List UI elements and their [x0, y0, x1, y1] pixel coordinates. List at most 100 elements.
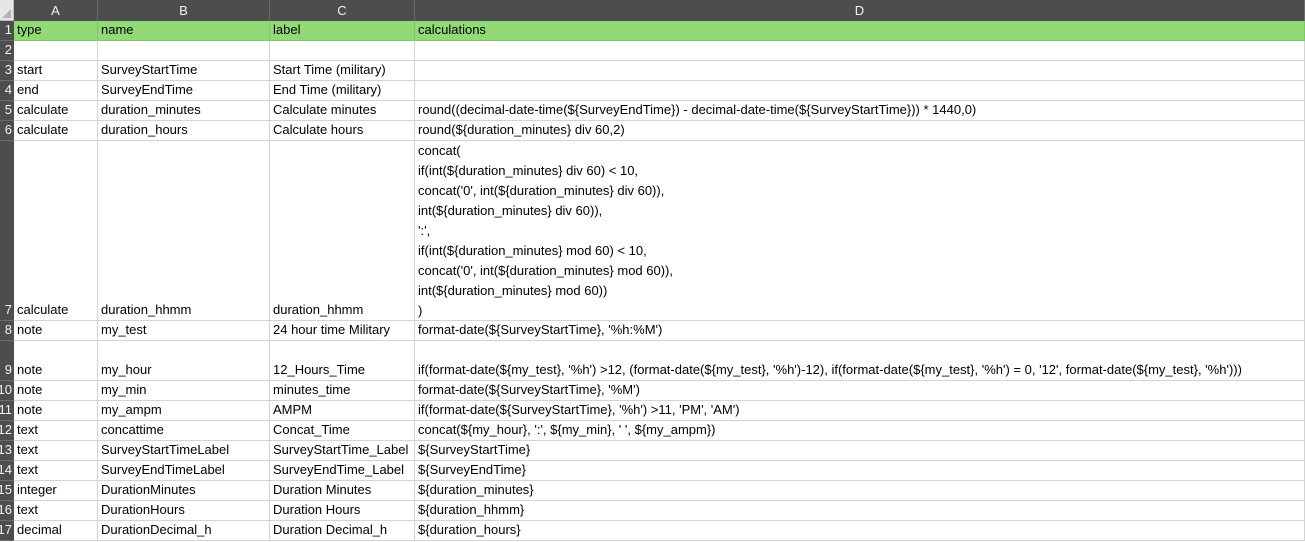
row-header[interactable]: 10 [0, 381, 14, 401]
cell-name[interactable]: DurationHours [98, 501, 270, 521]
select-all-corner[interactable] [0, 0, 14, 21]
cell-type[interactable]: type [14, 21, 98, 41]
cell-name[interactable]: my_test [98, 321, 270, 341]
cell-label[interactable]: duration_hhmm [270, 141, 415, 321]
cell-calculations[interactable]: if(format-date(${my_test}, '%h') >12, (f… [415, 341, 1305, 381]
row-header[interactable]: 14 [0, 461, 14, 481]
cell-calculations[interactable] [415, 81, 1305, 101]
cell-calculations[interactable]: ${SurveyEndTime} [415, 461, 1305, 481]
cell-calculations[interactable]: ${SurveyStartTime} [415, 441, 1305, 461]
cell-type[interactable]: note [14, 381, 98, 401]
cell-type[interactable]: note [14, 401, 98, 421]
table-row: decimal DurationDecimal_h Duration Decimal… [14, 521, 1305, 541]
cell-type[interactable]: calculate [14, 121, 98, 141]
cell-text: calculate [17, 102, 69, 117]
cell-type[interactable]: note [14, 341, 98, 381]
cell-label[interactable]: Duration Hours [270, 501, 415, 521]
row-header[interactable]: 12 [0, 421, 14, 441]
row-header[interactable]: 3 [0, 61, 14, 81]
table-row: note my_min minutes_time format-date(${Surv… [14, 381, 1305, 401]
cell-text: ${SurveyStartTime} [418, 442, 531, 457]
cell-text: duration_hours [101, 122, 188, 137]
cell-label[interactable]: SurveyEndTime_Label [270, 461, 415, 481]
cell-calculations[interactable]: concat(${my_hour}, ':', ${my_min}, ' ', … [415, 421, 1305, 441]
column-header-b[interactable]: B [98, 0, 270, 21]
cell-name[interactable]: my_hour [98, 341, 270, 381]
row-header[interactable]: 8 [0, 321, 14, 341]
row-header[interactable]: 2 [0, 41, 14, 61]
cell-calculations[interactable]: format-date(${SurveyStartTime}, '%h:%M') [415, 321, 1305, 341]
cell-name[interactable]: DurationMinutes [98, 481, 270, 501]
cell-calculations[interactable] [415, 61, 1305, 81]
cell-type[interactable]: text [14, 461, 98, 481]
cell-calculations[interactable]: ${duration_minutes} [415, 481, 1305, 501]
cell-type[interactable]: text [14, 421, 98, 441]
column-header-c[interactable]: C [270, 0, 415, 21]
cell-label[interactable]: Calculate minutes [270, 101, 415, 121]
cell-calculations[interactable]: ${duration_hhmm} [415, 501, 1305, 521]
row-header[interactable]: 1 [0, 21, 14, 41]
cell-name[interactable]: concattime [98, 421, 270, 441]
cell-name[interactable]: name [98, 21, 270, 41]
cell-calculations[interactable]: round((decimal-date-time(${SurveyEndTime… [415, 101, 1305, 121]
cell-calculations[interactable]: if(format-date(${SurveyStartTime}, '%h')… [415, 401, 1305, 421]
row-header[interactable]: 17 [0, 521, 14, 541]
cell-type[interactable]: text [14, 501, 98, 521]
cell-calculations[interactable] [415, 41, 1305, 61]
cell-label[interactable]: 24 hour time Military [270, 321, 415, 341]
cell-type[interactable]: text [14, 441, 98, 461]
cell-name[interactable]: SurveyEndTime [98, 81, 270, 101]
cell-label[interactable]: Concat_Time [270, 421, 415, 441]
cell-label[interactable]: Duration Decimal_h [270, 521, 415, 541]
row-header[interactable]: 15 [0, 481, 14, 501]
cell-type[interactable]: start [14, 61, 98, 81]
cell-text: concattime [101, 422, 164, 437]
row-header[interactable]: 13 [0, 441, 14, 461]
cell-type[interactable]: calculate [14, 101, 98, 121]
column-header-a[interactable]: A [14, 0, 98, 21]
row-header[interactable]: 6 [0, 121, 14, 141]
cell-name[interactable]: SurveyStartTimeLabel [98, 441, 270, 461]
cell-label[interactable]: SurveyStartTime_Label [270, 441, 415, 461]
cell-type[interactable] [14, 41, 98, 61]
cell-name[interactable]: DurationDecimal_h [98, 521, 270, 541]
row-header[interactable]: 5 [0, 101, 14, 121]
cell-type[interactable]: calculate [14, 141, 98, 321]
row-header[interactable]: 4 [0, 81, 14, 101]
cell-label[interactable]: Start Time (military) [270, 61, 415, 81]
cell-calculations[interactable]: calculations [415, 21, 1305, 41]
cell-type[interactable]: decimal [14, 521, 98, 541]
cell-label[interactable]: AMPM [270, 401, 415, 421]
row-header[interactable]: 7 [0, 141, 14, 321]
cell-calculations[interactable]: format-date(${SurveyStartTime}, '%M') [415, 381, 1305, 401]
cell-name[interactable]: duration_hours [98, 121, 270, 141]
cell-calculations[interactable]: round(${duration_minutes} div 60,2) [415, 121, 1305, 141]
cell-name[interactable]: SurveyStartTime [98, 61, 270, 81]
cell-label[interactable] [270, 41, 415, 61]
cell-type[interactable]: end [14, 81, 98, 101]
cell-label[interactable]: minutes_time [270, 381, 415, 401]
cell-text: note [17, 362, 43, 377]
cell-label[interactable]: Duration Minutes [270, 481, 415, 501]
row-header[interactable]: 11 [0, 401, 14, 421]
cell-name[interactable] [98, 41, 270, 61]
column-header-d[interactable]: D [415, 0, 1305, 21]
cell-label[interactable]: End Time (military) [270, 81, 415, 101]
cell-text: Calculate minutes [273, 102, 377, 117]
cell-name[interactable]: my_min [98, 381, 270, 401]
cell-label[interactable]: 12_Hours_Time [270, 341, 415, 381]
cell-type[interactable]: integer [14, 481, 98, 501]
cell-label[interactable]: Calculate hours [270, 121, 415, 141]
row-header[interactable]: 9 [0, 341, 14, 381]
cell-label[interactable]: label [270, 21, 415, 41]
cell-type[interactable]: note [14, 321, 98, 341]
cell-name[interactable]: duration_hhmm [98, 141, 270, 321]
cell-calculations[interactable]: concat(if(int(${duration_minutes} div 60… [415, 141, 1305, 321]
spreadsheet: A B C D type name label calculations start Su… [0, 0, 1305, 542]
cell-text-line: int(${duration_minutes} div 60)), [418, 203, 603, 218]
cell-calculations[interactable]: ${duration_hours} [415, 521, 1305, 541]
cell-name[interactable]: duration_minutes [98, 101, 270, 121]
cell-name[interactable]: SurveyEndTimeLabel [98, 461, 270, 481]
row-header[interactable]: 16 [0, 501, 14, 521]
cell-name[interactable]: my_ampm [98, 401, 270, 421]
